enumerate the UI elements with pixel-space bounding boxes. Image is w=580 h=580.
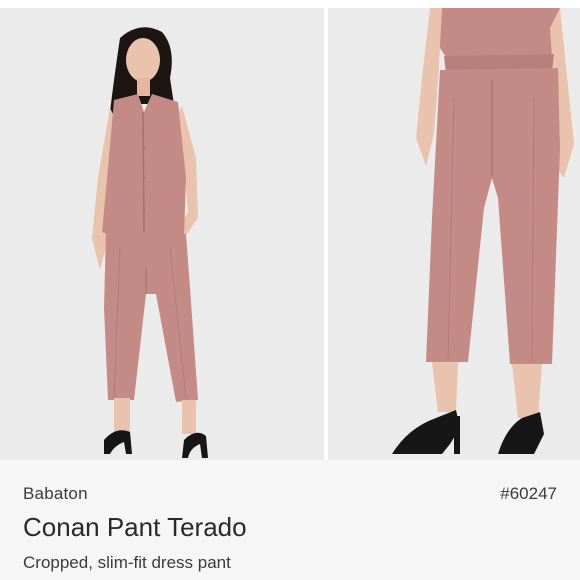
product-photo-full-outfit[interactable]: [0, 8, 324, 460]
product-title[interactable]: Conan Pant Terado: [23, 512, 247, 543]
product-description: Cropped, slim-fit dress pant: [23, 553, 231, 572]
sku-label: #60247: [500, 484, 557, 503]
pants-illustration: [328, 8, 580, 460]
listing-info: Babaton #60247 Conan Pant Terado Cropped…: [0, 460, 580, 580]
product-photo-pants-detail[interactable]: [328, 8, 580, 460]
brand-label[interactable]: Babaton: [23, 484, 88, 504]
model-illustration: [0, 8, 324, 460]
top-strip: [0, 0, 580, 8]
